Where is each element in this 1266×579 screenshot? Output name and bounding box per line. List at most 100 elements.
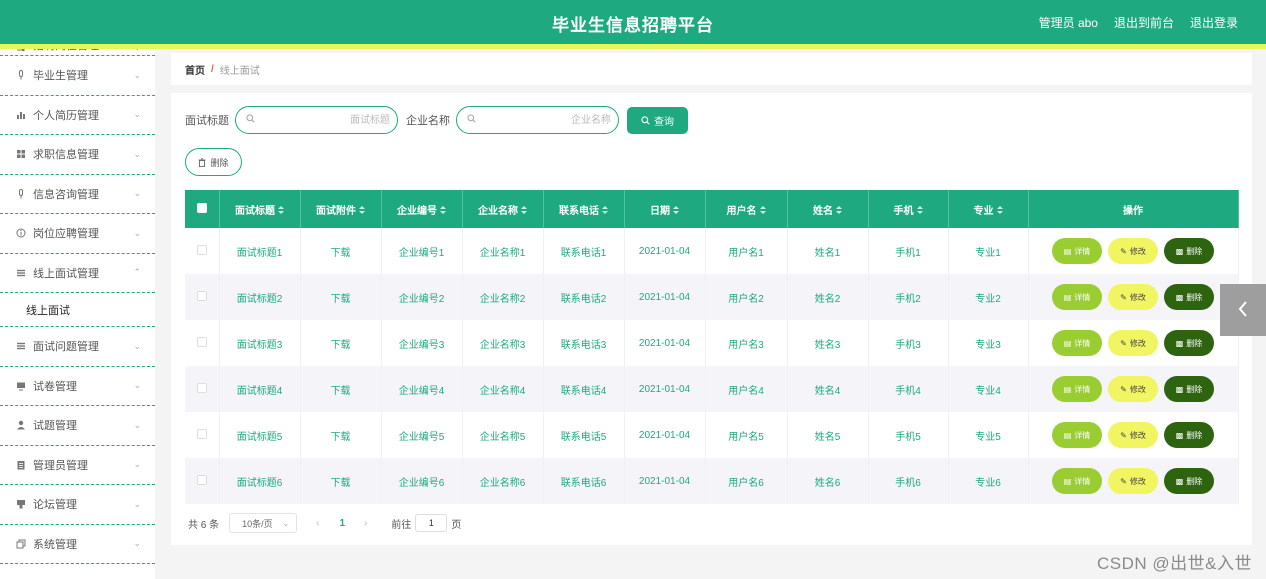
edit-button[interactable]: ✎ 修改 — [1108, 376, 1158, 402]
download-link[interactable]: 下载 — [300, 458, 382, 504]
download-link[interactable]: 下载 — [300, 228, 382, 274]
edit-button[interactable]: ✎ 修改 — [1108, 468, 1158, 494]
download-link[interactable]: 下载 — [300, 366, 382, 412]
row-checkbox[interactable] — [196, 474, 207, 485]
edit-button[interactable]: ✎ 修改 — [1108, 422, 1158, 448]
admin-label[interactable]: 管理员 abo — [1039, 14, 1098, 31]
detail-button[interactable]: ▤ 详情 — [1052, 422, 1102, 448]
row-delete-button[interactable]: ▩ 删除 — [1164, 468, 1214, 494]
column-header[interactable]: 日期 — [624, 190, 706, 228]
sidebar-item[interactable]: 招聘岗位管理 ⌄ — [0, 49, 155, 56]
chevron-up-icon: ⌃ — [133, 267, 141, 278]
table-cell: 用户名5 — [705, 412, 788, 458]
column-header[interactable]: 用户名 — [705, 190, 788, 228]
sidebar-item[interactable]: 毕业生管理 ⌄ — [0, 56, 155, 96]
pencil-icon: ✎ — [1120, 384, 1127, 394]
detail-button[interactable]: ▤ 详情 — [1052, 238, 1102, 264]
table-cell: 手机4 — [868, 366, 949, 412]
column-header[interactable]: 企业名称 — [462, 190, 544, 228]
sort-icon[interactable] — [602, 205, 608, 216]
sort-icon[interactable] — [278, 205, 284, 216]
collapse-side-tab[interactable] — [1220, 284, 1266, 336]
row-checkbox[interactable] — [196, 428, 207, 439]
sort-icon[interactable] — [440, 205, 446, 216]
row-checkbox[interactable] — [196, 244, 207, 255]
row-checkbox[interactable] — [196, 290, 207, 301]
chevron-down-icon: ⌄ — [133, 340, 141, 351]
next-page-icon[interactable]: › — [364, 518, 367, 529]
row-delete-button[interactable]: ▩ 删除 — [1164, 330, 1214, 356]
column-header[interactable]: 专业 — [948, 190, 1029, 228]
chevron-down-icon: ⌄ — [133, 148, 141, 159]
logout-link[interactable]: 退出登录 — [1190, 14, 1238, 31]
page-number-current[interactable]: 1 — [339, 518, 345, 529]
column-header[interactable]: 姓名 — [787, 190, 869, 228]
row-select-cell — [185, 458, 220, 504]
download-link[interactable]: 下载 — [300, 274, 382, 320]
sort-icon[interactable] — [916, 205, 923, 216]
edit-button[interactable]: ✎ 修改 — [1108, 238, 1158, 264]
edit-label: 修改 — [1129, 430, 1146, 440]
page-size-value: 10条/页 — [242, 518, 273, 529]
sidebar-item[interactable]: 试卷管理 ⌄ — [0, 367, 155, 406]
list-icon — [16, 341, 26, 351]
sort-icon[interactable] — [521, 205, 527, 216]
exit-to-front-link[interactable]: 退出到前台 — [1114, 14, 1174, 31]
sidebar-item[interactable]: 系统管理 ⌄ — [0, 525, 155, 564]
sidebar-item[interactable]: 试题管理 ⌄ — [0, 406, 155, 446]
row-delete-button[interactable]: ▩ 删除 — [1164, 238, 1214, 264]
column-header-label: 手机 — [893, 205, 914, 217]
column-header[interactable]: 企业编号 — [381, 190, 463, 228]
table-header-row: 面试标题 面试附件 企业编号 企业名称 联系电话 日期 用户名 姓名 手机 专业 操作 — [185, 190, 1239, 228]
select-all-checkbox[interactable] — [196, 202, 207, 213]
detail-button[interactable]: ▤ 详情 — [1052, 376, 1102, 402]
search-bar: 面试标题 企业名称 查询 — [185, 106, 688, 134]
column-header[interactable]: 面试标题 — [219, 190, 301, 228]
row-delete-button[interactable]: ▩ 删除 — [1164, 376, 1214, 402]
download-link[interactable]: 下载 — [300, 320, 382, 366]
table-cell: 企业编号6 — [381, 458, 463, 504]
column-header[interactable]: 面试附件 — [300, 190, 382, 228]
column-header-label: 企业名称 — [478, 205, 518, 217]
row-delete-button[interactable]: ▩ 删除 — [1164, 284, 1214, 310]
bulk-delete-button[interactable]: 删除 — [185, 148, 242, 176]
column-header[interactable]: 联系电话 — [543, 190, 625, 228]
sidebar-item[interactable]: 论坛管理 ⌄ — [0, 485, 155, 525]
sort-icon[interactable] — [759, 205, 766, 216]
download-link[interactable]: 下载 — [300, 412, 382, 458]
detail-button[interactable]: ▤ 详情 — [1052, 284, 1102, 310]
detail-button[interactable]: ▤ 详情 — [1052, 468, 1102, 494]
edit-button[interactable]: ✎ 修改 — [1108, 284, 1158, 310]
sort-icon[interactable] — [996, 205, 1003, 216]
sidebar-item[interactable]: 个人简历管理 ⌄ — [0, 96, 155, 135]
sort-icon[interactable] — [836, 205, 842, 216]
breadcrumb-home[interactable]: 首页 — [185, 62, 205, 77]
goto-page-input[interactable] — [415, 514, 448, 532]
search-icon — [246, 114, 255, 126]
sort-icon[interactable] — [673, 205, 679, 216]
sidebar-subitem-online-interview[interactable]: 线上面试 — [0, 293, 155, 327]
sidebar-item[interactable]: 线上面试管理 ⌃ — [0, 254, 155, 293]
row-checkbox[interactable] — [196, 336, 207, 347]
page-size-select[interactable]: 10条/页 ⌄ — [229, 513, 298, 533]
sidebar-item[interactable]: 面试问题管理 ⌄ — [0, 327, 155, 367]
sidebar-item[interactable]: 管理员管理 ⌄ — [0, 446, 155, 485]
query-button[interactable]: 查询 — [627, 106, 688, 134]
sidebar-item[interactable]: 岗位应聘管理 ⌄ — [0, 214, 155, 254]
column-header[interactable]: 手机 — [868, 190, 949, 228]
sidebar-item[interactable]: 求职信息管理 ⌄ — [0, 135, 155, 175]
sort-icon[interactable] — [359, 205, 365, 216]
sidebar-item[interactable]: 信息咨询管理 ⌄ — [0, 175, 155, 214]
row-delete-button[interactable]: ▩ 删除 — [1164, 422, 1214, 448]
chevron-down-icon: ⌄ — [133, 498, 141, 509]
prev-page-icon[interactable]: ‹ — [316, 518, 319, 529]
detail-button[interactable]: ▤ 详情 — [1052, 330, 1102, 356]
delete-label: 删除 — [1186, 384, 1203, 394]
company-search-input[interactable] — [483, 111, 611, 129]
edit-button[interactable]: ✎ 修改 — [1108, 330, 1158, 356]
title-search-field[interactable] — [235, 106, 398, 134]
row-checkbox[interactable] — [196, 382, 207, 393]
table-cell: 手机1 — [868, 228, 949, 274]
company-search-field[interactable] — [456, 106, 619, 134]
title-search-input[interactable] — [262, 111, 390, 129]
